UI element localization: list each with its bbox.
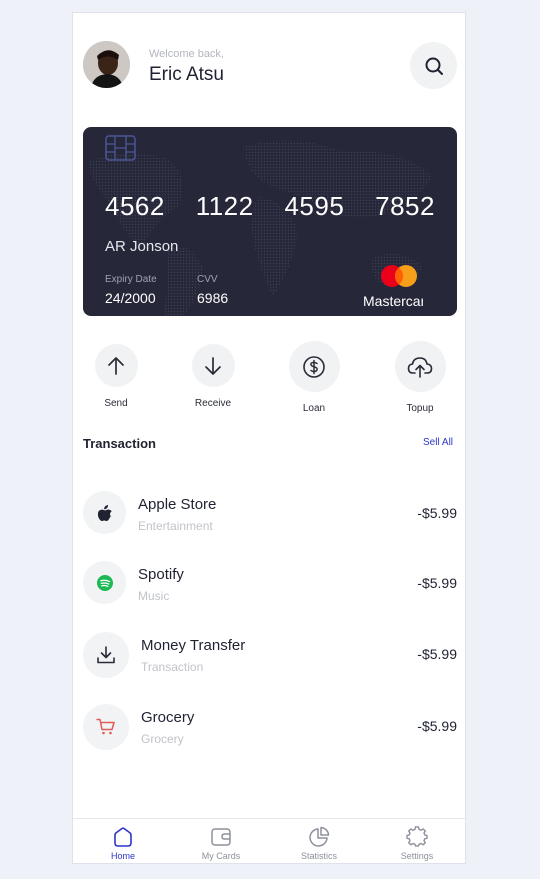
- transaction-row[interactable]: Apple Store Entertainment -$5.99: [83, 491, 457, 537]
- transaction-category: Transaction: [141, 660, 204, 674]
- pie-chart-icon: [309, 826, 330, 847]
- transaction-row[interactable]: Money Transfer Transaction -$5.99: [83, 632, 457, 678]
- nav-item-home[interactable]: Home: [83, 819, 163, 861]
- apple-store-icon-wrap: [83, 491, 126, 534]
- card-holder-name: AR Jonson: [105, 238, 179, 255]
- transaction-name: Money Transfer: [141, 637, 246, 654]
- see-all-link[interactable]: Sell All: [423, 437, 453, 448]
- avatar[interactable]: [83, 41, 130, 88]
- loan-action[interactable]: Loan: [287, 341, 341, 414]
- download-icon: [97, 646, 115, 664]
- receive-button[interactable]: [191, 344, 235, 387]
- transaction-amount: -$5.99: [417, 575, 457, 591]
- cart-icon: [96, 718, 115, 735]
- card-chip-icon: [105, 135, 136, 161]
- expiry-value: 24/2000: [105, 290, 156, 306]
- grocery-icon-wrap: [83, 704, 129, 750]
- mastercard-logo-icon: [381, 265, 417, 287]
- money-transfer-icon-wrap: [83, 632, 129, 678]
- topup-button[interactable]: [394, 341, 446, 392]
- search-button[interactable]: [410, 42, 457, 89]
- card-number-group: 1122: [195, 191, 254, 221]
- transaction-name: Apple Store: [138, 496, 217, 513]
- card-number-group: 7852: [375, 191, 435, 221]
- arrow-up-icon: [108, 356, 124, 375]
- transaction-row[interactable]: Spotify Music -$5.99: [83, 561, 457, 607]
- spotify-icon: [96, 574, 113, 591]
- card-number-group: 4562: [105, 191, 165, 221]
- spotify-icon-wrap: [83, 561, 126, 604]
- send-button[interactable]: [94, 344, 138, 387]
- apple-icon: [97, 504, 112, 521]
- topup-label: Topup: [406, 403, 434, 414]
- arrow-down-icon: [205, 356, 221, 375]
- cloud-upload-icon: [407, 356, 433, 378]
- user-name: Eric Atsu: [149, 64, 224, 85]
- gear-icon: [406, 826, 428, 847]
- topup-action[interactable]: Topup: [393, 341, 447, 414]
- nav-label-statistics: Statistics: [300, 851, 337, 861]
- transaction-category: Music: [138, 589, 170, 603]
- transaction-amount: -$5.99: [417, 718, 457, 734]
- transaction-name: Spotify: [138, 566, 184, 583]
- nav-label-my-cards: My Cards: [201, 851, 241, 861]
- nav-item-statistics[interactable]: Statistics: [279, 819, 359, 861]
- receive-action[interactable]: Receive: [190, 344, 236, 409]
- transaction-category: Grocery: [141, 732, 184, 746]
- transaction-amount: -$5.99: [417, 646, 457, 662]
- cvv-label: CVV: [197, 274, 218, 285]
- transaction-amount: -$5.99: [417, 505, 457, 521]
- receive-label: Receive: [194, 398, 232, 409]
- welcome-text: Welcome back,: [149, 48, 224, 60]
- dollar-circle-icon: [303, 355, 325, 378]
- send-label: Send: [104, 398, 128, 409]
- search-icon: [425, 57, 443, 75]
- loan-label: Loan: [302, 403, 326, 414]
- transaction-name: Grocery: [141, 709, 195, 726]
- expiry-label: Expiry Date: [105, 274, 157, 285]
- credit-card[interactable]: 4562 1122 4595 7852 AR Jonson Expiry Dat…: [83, 127, 457, 316]
- nav-label-home: Home: [110, 851, 135, 861]
- nav-label-settings: Settings: [400, 851, 434, 861]
- transactions-title: Transaction: [83, 436, 156, 451]
- loan-button[interactable]: [288, 341, 340, 392]
- transaction-category: Entertainment: [138, 519, 213, 533]
- bottom-navigation: Home My Cards Statistics Settings: [73, 818, 465, 863]
- transaction-row[interactable]: Grocery Grocery -$5.99: [83, 704, 457, 750]
- card-number: 4562 1122 4595 7852: [105, 191, 435, 222]
- nav-item-settings[interactable]: Settings: [377, 819, 457, 861]
- send-action[interactable]: Send: [93, 344, 139, 409]
- app-screen: Welcome back, Eric Atsu 4562 1122 4595 7…: [72, 12, 466, 864]
- home-icon: [114, 827, 132, 847]
- cvv-value: 6986: [197, 290, 229, 306]
- wallet-icon: [211, 828, 231, 846]
- nav-item-my-cards[interactable]: My Cards: [181, 819, 261, 861]
- card-number-group: 4595: [284, 191, 345, 221]
- card-brand: Mastercard: [363, 293, 423, 309]
